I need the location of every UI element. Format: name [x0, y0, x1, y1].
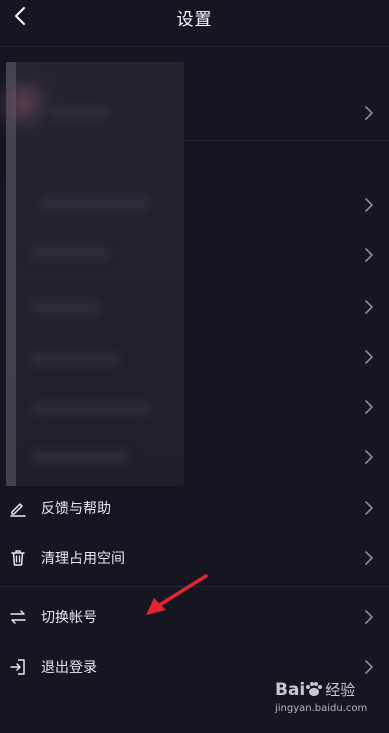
blurred-avatar [6, 86, 40, 120]
settings-row-chevron[interactable] [363, 398, 375, 416]
chevron-right-icon [365, 248, 373, 262]
chevron-right-icon [365, 106, 373, 120]
blurred-text [40, 196, 150, 210]
settings-row-chevron[interactable] [363, 196, 375, 214]
switch-icon [8, 607, 28, 627]
watermark-brand: Bai 经验 [275, 680, 356, 700]
edit-icon [8, 498, 28, 518]
menu-item-label: 反馈与帮助 [41, 501, 111, 517]
chevron-right-icon [365, 400, 373, 414]
chevron-right-icon [365, 198, 373, 212]
watermark: Bai 经验 jingyan.baidu.com [275, 679, 371, 721]
row-divider [186, 140, 389, 141]
blurred-text [30, 402, 150, 416]
chevron-right-icon [363, 658, 375, 676]
trash-icon [8, 548, 28, 568]
profile-row-chevron[interactable] [363, 104, 375, 122]
chevron-right-icon [365, 300, 373, 314]
menu-item-label: 切换帐号 [41, 610, 97, 626]
header-divider [0, 46, 389, 47]
chevron-right-icon [363, 549, 375, 567]
chevron-right-icon [365, 450, 373, 464]
menu-item-label: 清理占用空间 [41, 551, 125, 567]
menu-item-label: 退出登录 [41, 660, 97, 676]
blurred-text [30, 246, 110, 260]
annotation-arrow-icon [146, 574, 208, 615]
blurred-text [50, 106, 110, 120]
page-title: 设置 [176, 9, 213, 30]
blurred-content [6, 62, 184, 486]
header: 设置 [0, 0, 389, 34]
chevron-right-icon [365, 350, 373, 364]
settings-row-chevron[interactable] [363, 348, 375, 366]
blurred-text [30, 352, 120, 366]
chevron-left-icon [15, 7, 25, 25]
logout-icon [8, 657, 28, 677]
watermark-url: jingyan.baidu.com [275, 703, 368, 714]
blurred-text [30, 450, 130, 464]
blurred-text [30, 300, 100, 314]
chevron-right-icon [363, 499, 375, 517]
settings-row-chevron[interactable] [363, 298, 375, 316]
menu-item-feedback[interactable]: 反馈与帮助 [0, 483, 389, 533]
paw-icon [306, 682, 323, 696]
back-button[interactable] [6, 2, 34, 30]
chevron-right-icon [363, 608, 375, 626]
settings-row-chevron[interactable] [363, 246, 375, 264]
settings-row-chevron[interactable] [363, 448, 375, 466]
blurred-edge [6, 62, 16, 486]
